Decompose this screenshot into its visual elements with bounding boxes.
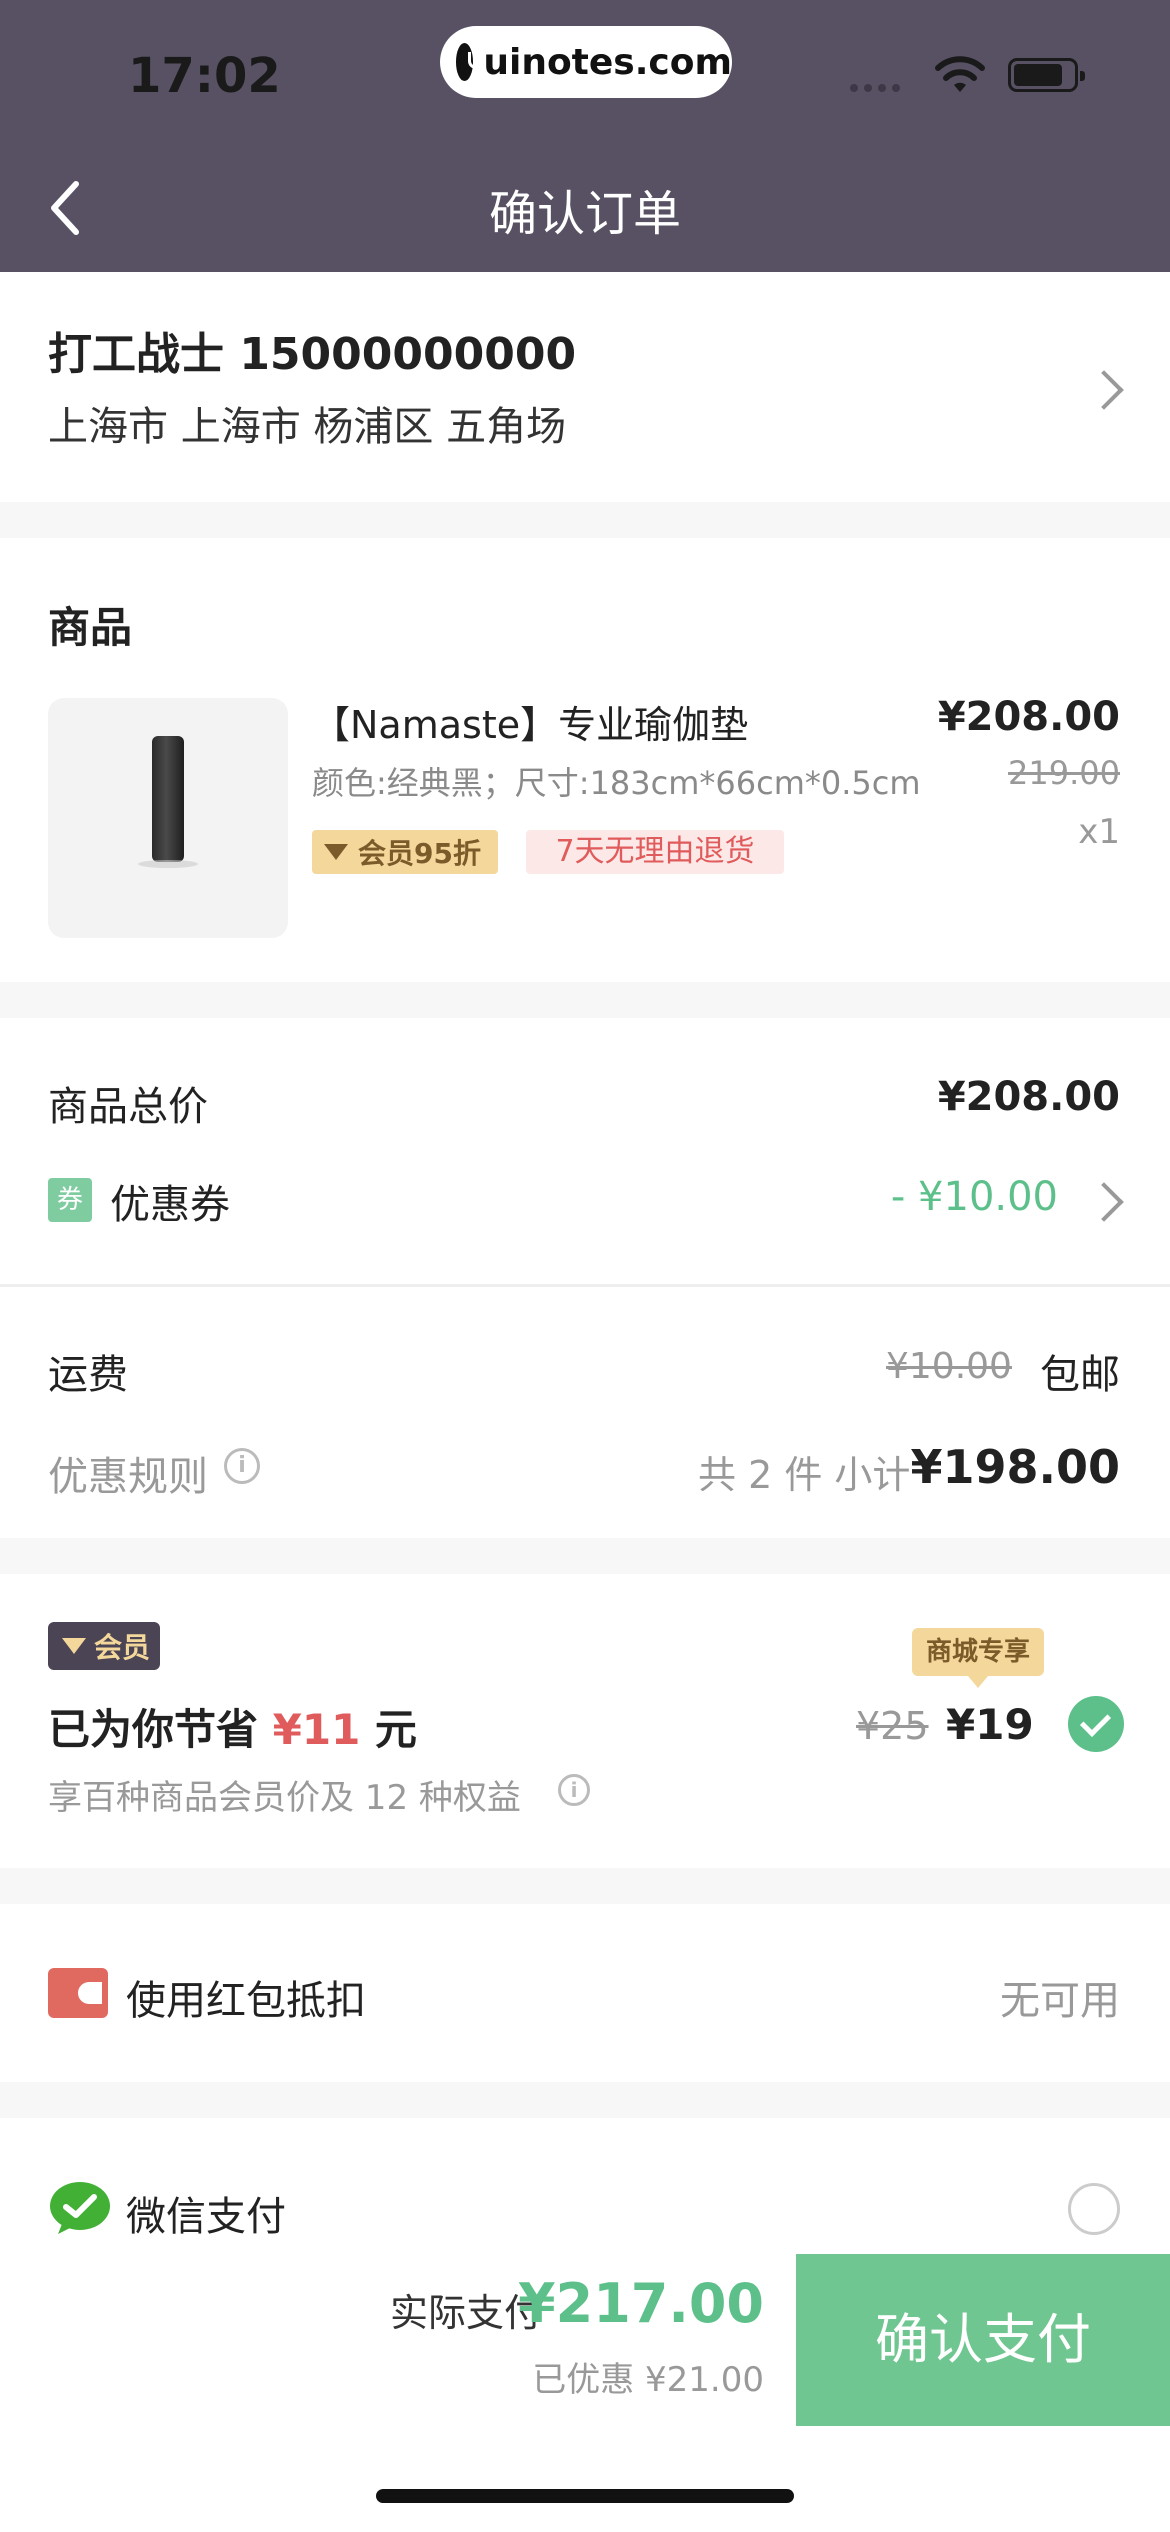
confirm-pay-button[interactable]: 确认支付: [796, 2254, 1170, 2426]
member-discount-text: 会员95折: [358, 837, 481, 870]
address-card[interactable]: 打工战士 15000000000 上海市 上海市 杨浦区 五角场: [0, 272, 1170, 502]
product-qty: x1: [1078, 812, 1120, 852]
coupon-icon: 券: [48, 1178, 92, 1222]
savings-suffix: 元: [360, 1705, 417, 1754]
mall-exclusive-tag: 商城专享: [912, 1628, 1044, 1688]
return-policy-tag: 7天无理由退货: [526, 830, 784, 874]
status-time: 17:02: [128, 48, 281, 104]
product-title: 【Namaste】专业瑜伽垫: [312, 703, 749, 747]
wechat-icon: [50, 2182, 110, 2234]
battery-icon: [1008, 58, 1085, 92]
check-icon[interactable]: [1068, 1696, 1124, 1752]
info-icon[interactable]: i: [224, 1448, 260, 1484]
product-spec: 颜色:经典黑；尺寸:183cm*66cm*0.5cm: [312, 764, 921, 802]
membership-price: ¥19: [946, 1700, 1034, 1749]
member-icon: [324, 844, 348, 860]
home-indicator[interactable]: [376, 2489, 794, 2503]
signal-dots-icon: [850, 84, 900, 92]
pay-amount: ¥217.00: [518, 2272, 764, 2335]
recipient-address: 上海市 上海市 杨浦区 五角场: [48, 404, 567, 450]
page-title: 确认订单: [488, 186, 681, 242]
url-pill[interactable]: uinotes.com: [440, 26, 732, 98]
pay-amount-value: ¥217.00: [518, 2272, 764, 2335]
membership-original-price: ¥25: [856, 1704, 929, 1748]
discount-text: 已优惠 ¥21.00: [532, 2360, 764, 2400]
member-discount-tag: 会员95折: [312, 830, 498, 874]
product-price: ¥208.00: [937, 694, 1120, 740]
member-badge-text: 会员: [94, 1631, 151, 1664]
shipping-label: 运费: [48, 1352, 128, 1398]
member-icon: [62, 1638, 86, 1654]
red-packet-value: 无可用: [1000, 1978, 1120, 2024]
coupon-value[interactable]: - ¥10.00: [891, 1174, 1058, 1220]
chevron-right-icon: [1084, 370, 1124, 410]
membership-savings: 已为你节省 ¥11 元: [48, 1696, 417, 1757]
product-original-price: 219.00: [1008, 754, 1120, 792]
site-logo-icon: [456, 43, 487, 81]
member-badge: 会员: [48, 1622, 160, 1670]
shipping-original: ¥10.00: [886, 1346, 1012, 1387]
item-count-label: 共 2 件 小计: [698, 1453, 911, 1497]
discount-rules-label[interactable]: 优惠规则: [48, 1444, 208, 1502]
membership-desc: 享百种商品会员价及 12 种权益: [48, 1778, 521, 1818]
red-packet-label: 使用红包抵扣: [126, 1978, 366, 2024]
shipping-value: 包邮: [1040, 1352, 1120, 1398]
mat-shadow: [138, 860, 198, 868]
red-packet-icon: [48, 1968, 108, 2018]
divider: [0, 1284, 1170, 1287]
info-icon[interactable]: i: [558, 1774, 590, 1806]
savings-amount: ¥11: [272, 1705, 361, 1754]
wifi-icon: [935, 56, 985, 92]
goods-total-label: 商品总价: [48, 1084, 208, 1130]
subtotal-value: ¥198.00: [910, 1440, 1120, 1494]
top-bar: 17:02 uinotes.com 确认订单: [0, 0, 1170, 272]
recipient-name-phone: 打工战士 15000000000: [48, 329, 577, 380]
goods-total-value: ¥208.00: [937, 1074, 1120, 1120]
coupon-label[interactable]: 优惠券: [110, 1172, 230, 1230]
savings-prefix: 已为你节省: [48, 1705, 273, 1754]
url-text: uinotes.com: [483, 41, 732, 83]
wechat-pay-label: 微信支付: [126, 2194, 286, 2240]
wechat-pay-radio[interactable]: [1068, 2183, 1120, 2235]
goods-section-title: 商品: [48, 603, 133, 652]
yoga-mat-image: [152, 736, 184, 862]
